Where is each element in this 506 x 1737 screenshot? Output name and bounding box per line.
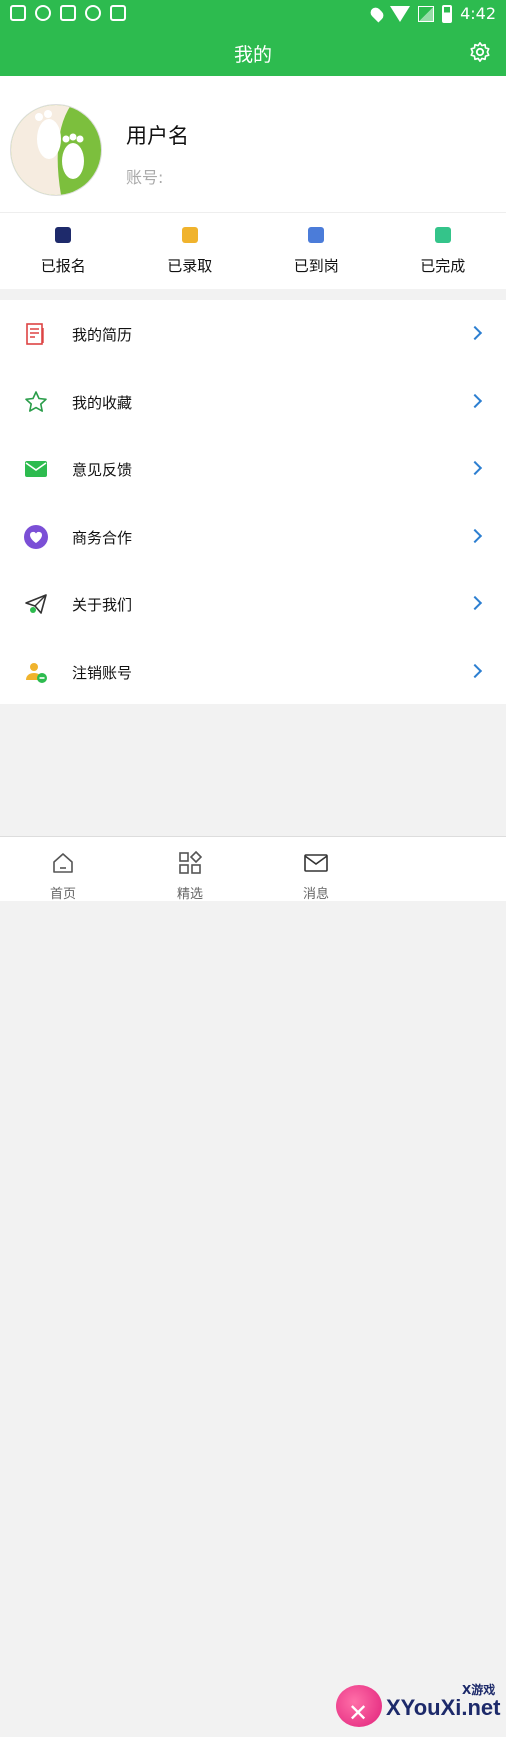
username: 用户名	[126, 120, 189, 150]
grid-icon	[178, 851, 202, 875]
title-bar: 我的	[0, 28, 506, 76]
menu-item-resume[interactable]: 我的简历	[0, 300, 506, 368]
menu-item-about[interactable]: 关于我们	[0, 570, 506, 638]
notification-icons	[10, 5, 126, 21]
heart-icon	[24, 525, 48, 549]
watermark-logo: ✕ X游戏 XYouXi.net	[336, 1679, 506, 1737]
gear-icon[interactable]	[469, 41, 491, 63]
font-icon	[110, 5, 126, 21]
account-number: 账号:	[126, 164, 163, 188]
profile-card[interactable]: 用户名 账号:	[0, 76, 506, 213]
home-icon	[51, 851, 75, 875]
clock: 4:42	[460, 4, 496, 23]
application-status-row: 已报名 已录取 已到岗 已完成	[0, 213, 506, 289]
status-registered[interactable]: 已报名	[0, 213, 127, 289]
chevron-right-icon	[468, 393, 482, 407]
image-icon	[60, 5, 76, 21]
chevron-right-icon	[468, 461, 482, 475]
registered-icon	[55, 227, 71, 243]
menu-item-favorites[interactable]: 我的收藏	[0, 368, 506, 436]
user-remove-icon	[24, 660, 48, 684]
status-completed[interactable]: 已完成	[380, 213, 506, 289]
gamepad-logo-icon: ✕	[336, 1685, 382, 1727]
menu-item-feedback[interactable]: 意见反馈	[0, 435, 506, 503]
settings-menu: 我的简历 我的收藏 意见反馈 商务合作 关于我们 注销账号	[0, 300, 506, 704]
battery-icon	[442, 5, 452, 23]
mail-icon	[24, 457, 48, 481]
wifi-icon	[390, 6, 410, 22]
rocket-icon	[85, 5, 101, 21]
status-onboarded[interactable]: 已到岗	[253, 213, 380, 289]
onboarded-icon	[308, 227, 324, 243]
avatar[interactable]	[10, 104, 102, 196]
bottom-nav: 首页 精选 消息 ✕ X游戏 XYouXi.net	[0, 836, 506, 901]
store-icon	[10, 5, 26, 21]
menu-item-business[interactable]: 商务合作	[0, 503, 506, 571]
compass-icon	[35, 5, 51, 21]
message-icon	[304, 851, 328, 875]
chevron-right-icon	[468, 663, 482, 677]
footprint-logo-icon	[11, 105, 101, 195]
nav-featured[interactable]: 精选	[150, 837, 230, 901]
chevron-right-icon	[468, 528, 482, 542]
location-icon	[369, 5, 386, 22]
paper-plane-icon	[24, 592, 48, 616]
resume-icon	[24, 322, 48, 346]
signal-icon	[418, 6, 434, 22]
completed-icon	[435, 227, 451, 243]
page-title: 我的	[0, 40, 506, 67]
chevron-right-icon	[468, 596, 482, 610]
status-admitted[interactable]: 已录取	[127, 213, 254, 289]
nav-messages[interactable]: 消息	[276, 837, 356, 901]
nav-home[interactable]: 首页	[23, 837, 103, 901]
menu-item-delete-account[interactable]: 注销账号	[0, 638, 506, 706]
admitted-icon	[182, 227, 198, 243]
status-bar: 4:42	[0, 0, 506, 28]
chevron-right-icon	[468, 326, 482, 340]
star-icon	[24, 390, 48, 414]
